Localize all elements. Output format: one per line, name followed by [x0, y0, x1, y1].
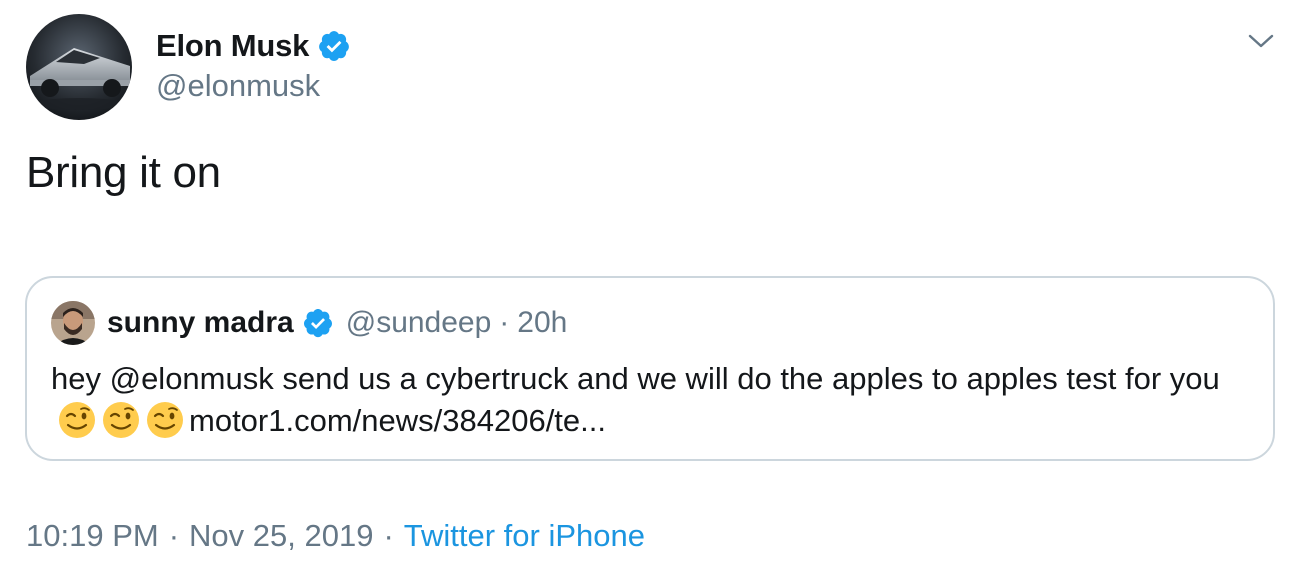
- quoted-text: hey @elonmusk send us a cybertruck and w…: [51, 358, 1241, 442]
- chevron-down-icon[interactable]: [1246, 28, 1276, 54]
- quoted-header: sunny madra @sundeep · 20h: [107, 304, 567, 342]
- winking-face-emoji-icon: [147, 402, 183, 438]
- author-handle[interactable]: @elonmusk: [156, 68, 320, 104]
- author-avatar[interactable]: [26, 14, 132, 120]
- quoted-text-main: hey @elonmusk send us a cybertruck and w…: [51, 361, 1220, 396]
- quoted-display-name[interactable]: sunny madra: [107, 306, 294, 340]
- author-name-row: Elon Musk: [156, 26, 351, 66]
- source-link[interactable]: Twitter for iPhone: [404, 518, 645, 554]
- quoted-link[interactable]: motor1.com/news/384206/te...: [189, 403, 606, 438]
- winking-face-emoji-icon: [59, 402, 95, 438]
- verified-badge-icon: [303, 309, 332, 338]
- footer-separator: ·: [168, 518, 180, 553]
- winking-face-emoji-icon: [103, 402, 139, 438]
- quoted-author-avatar[interactable]: [51, 301, 95, 345]
- verified-badge-icon: [319, 31, 350, 62]
- tweet-card: Elon Musk @elonmusk Bring it on sunny ma…: [0, 0, 1300, 586]
- footer-separator: ·: [383, 518, 394, 553]
- tweet-footer: 10:19 PM · Nov 25, 2019 · Twitter for iP…: [26, 518, 645, 554]
- tweet-time[interactable]: 10:19 PM: [26, 518, 159, 554]
- quoted-timestamp[interactable]: 20h: [517, 306, 567, 340]
- quoted-handle[interactable]: @sundeep: [346, 306, 492, 340]
- tweet-text: Bring it on: [26, 148, 221, 197]
- cybertruck-avatar-icon: [26, 14, 132, 120]
- author-display-name[interactable]: Elon Musk: [156, 28, 309, 64]
- quoted-separator: ·: [499, 306, 510, 339]
- tweet-date[interactable]: Nov 25, 2019: [189, 518, 373, 554]
- person-avatar-icon: [51, 301, 95, 345]
- quoted-tweet[interactable]: sunny madra @sundeep · 20h hey @elonmusk…: [25, 276, 1275, 461]
